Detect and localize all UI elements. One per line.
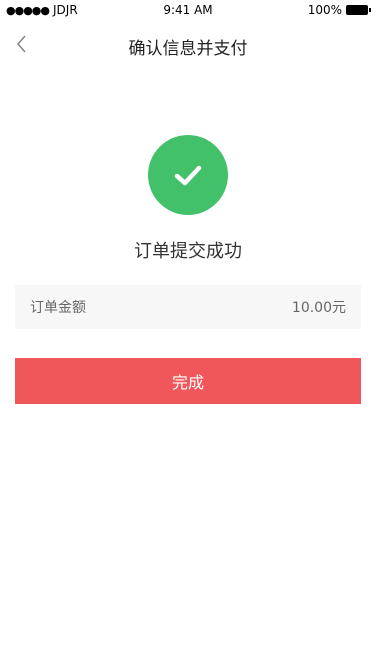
status-bar: ●●●●● JDJR 9:41 AM 100%	[0, 0, 376, 22]
success-message: 订单提交成功	[134, 241, 242, 262]
battery-group: 100%	[307, 3, 371, 17]
done-button[interactable]: 完成	[15, 358, 361, 404]
nav-bar: 确认信息并支付	[0, 22, 376, 66]
order-amount-row: 订单金额 10.00元	[15, 285, 361, 329]
amount-value: 10.00元	[291, 300, 346, 316]
check-icon	[174, 165, 202, 186]
battery-percent: 100%	[307, 3, 342, 17]
amount-label: 订单金额	[30, 300, 86, 316]
battery-icon	[346, 5, 371, 15]
success-icon	[148, 135, 228, 215]
page-title: 确认信息并支付	[128, 39, 248, 59]
